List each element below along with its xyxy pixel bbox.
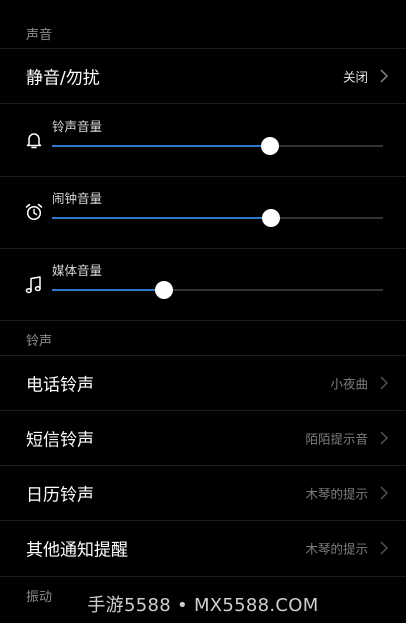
bell-icon [26,133,42,149]
phone-ringtone-label: 电话铃声 [26,375,94,396]
mute-dnd-value: 关闭 [342,69,368,85]
sms-ringtone-row[interactable]: 短信铃声 陌陌提示音 [0,411,406,465]
ringer-volume-slider[interactable] [52,137,383,155]
mute-dnd-label: 静音/勿扰 [26,68,100,89]
media-volume-label: 媒体音量 [52,263,103,278]
phone-ringtone-value: 小夜曲 [330,376,368,392]
other-notification-value: 木琴的提示 [305,541,368,557]
alarm-volume-row: 闹钟音量 [0,177,406,249]
media-volume-thumb[interactable] [154,281,173,299]
alarm-volume-thumb[interactable] [262,209,281,227]
other-notification-row[interactable]: 其他通知提醒 木琴的提示 [0,521,406,575]
other-notification-label: 其他通知提醒 [26,540,128,561]
alarm-clock-icon [25,203,43,221]
alarm-volume-slider[interactable] [52,209,383,227]
chevron-right-icon [380,376,388,390]
chevron-right-icon [380,69,388,83]
chevron-right-icon [380,431,388,445]
media-volume-slider[interactable] [52,281,383,299]
alarm-volume-fill [52,217,272,219]
ringer-volume-thumb[interactable] [261,137,280,155]
section-header-ringtone: 铃声 [26,334,53,349]
divider [0,320,406,321]
sms-ringtone-label: 短信铃声 [26,430,94,451]
ringer-volume-row: 铃声音量 [0,104,406,176]
sms-ringtone-value: 陌陌提示音 [305,431,368,447]
watermark-text: 手游5588 • MX5588.COM [87,595,319,616]
calendar-ringtone-value: 木琴的提示 [305,486,368,502]
media-volume-fill [52,289,164,291]
chevron-right-icon [380,541,388,555]
phone-ringtone-row[interactable]: 电话铃声 小夜曲 [0,356,406,410]
divider [0,576,406,577]
calendar-ringtone-label: 日历铃声 [26,485,94,506]
ringer-volume-label: 铃声音量 [52,119,103,134]
calendar-ringtone-row[interactable]: 日历铃声 木琴的提示 [0,466,406,520]
chevron-right-icon [380,486,388,500]
alarm-volume-label: 闹钟音量 [52,191,103,206]
media-volume-row: 媒体音量 [0,249,406,321]
ringer-volume-fill [52,145,271,147]
section-header-sound: 声音 [26,28,53,43]
mute-dnd-row[interactable]: 静音/勿扰 关闭 [0,49,406,103]
music-note-icon [25,276,41,294]
